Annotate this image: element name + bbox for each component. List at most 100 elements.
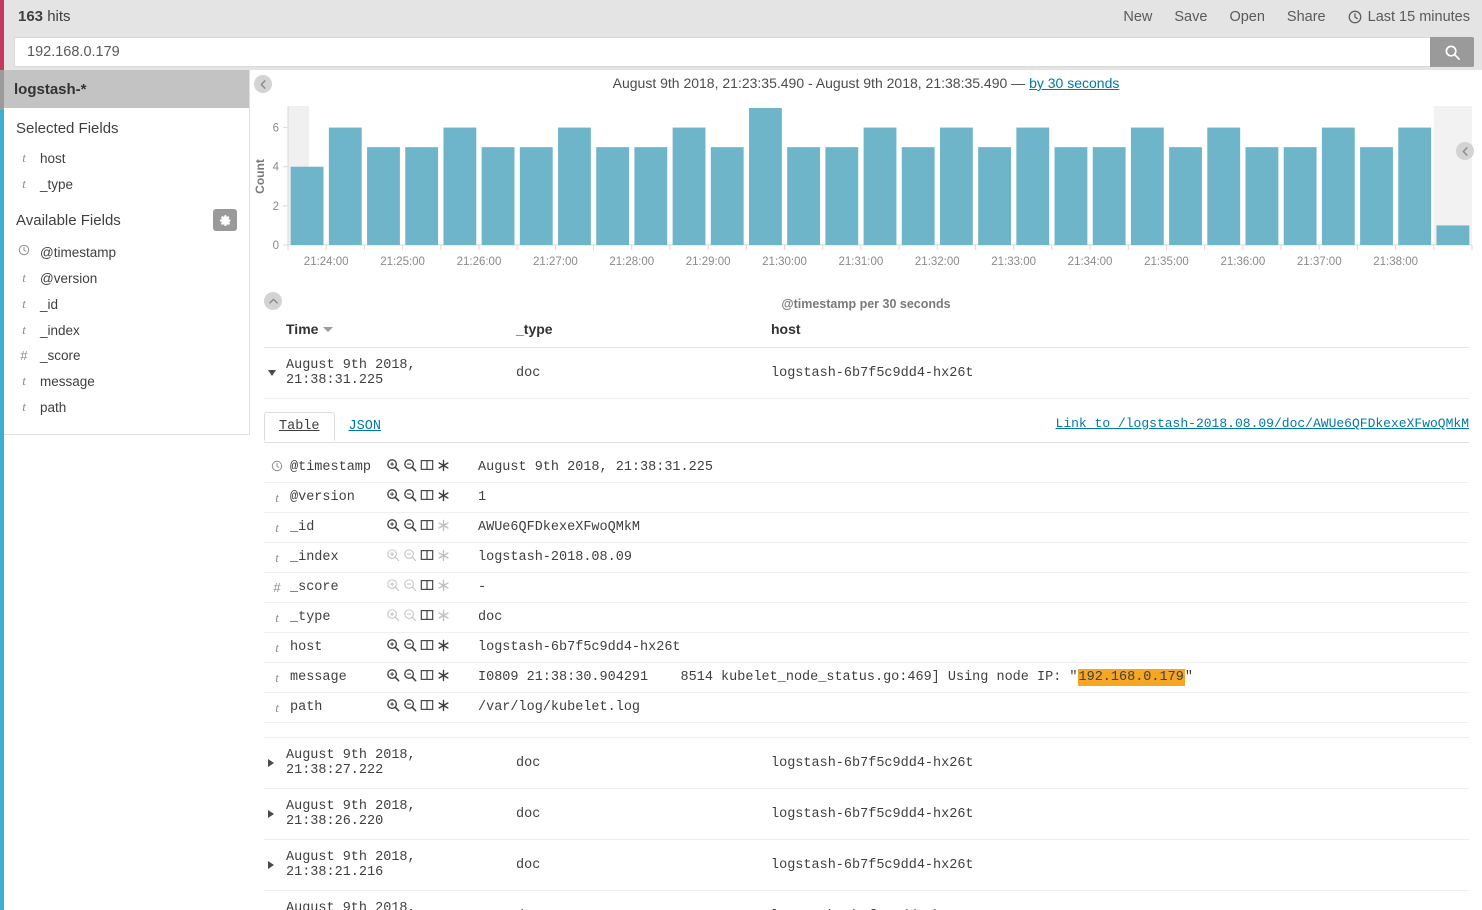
filter-for-value-icon[interactable] — [386, 458, 400, 477]
table-row[interactable]: August 9th 2018, 21:38:26.220 doc logsta… — [264, 789, 1469, 840]
histogram-bar[interactable] — [1092, 147, 1126, 245]
histogram-bar[interactable] — [1169, 147, 1202, 245]
collapse-chart-right-button[interactable] — [1456, 142, 1474, 160]
sidebar-field-_index[interactable]: t _index — [4, 317, 249, 343]
toggle-column-icon[interactable] — [420, 608, 434, 627]
filter-for-value-icon[interactable] — [386, 488, 400, 507]
histogram-bar[interactable] — [1398, 127, 1432, 245]
sidebar-field-version[interactable]: t @version — [4, 265, 249, 291]
field-settings-button[interactable] — [213, 209, 237, 231]
filter-out-value-icon[interactable] — [403, 488, 417, 507]
filter-for-field-present-icon[interactable] — [437, 639, 450, 657]
toggle-column-icon[interactable] — [420, 488, 434, 507]
histogram-bar[interactable] — [825, 147, 859, 245]
histogram-bar[interactable] — [787, 147, 821, 245]
filter-for-value-icon[interactable] — [386, 638, 400, 657]
histogram-bar[interactable] — [290, 166, 324, 245]
histogram-bar[interactable] — [1054, 147, 1088, 245]
column-header-time[interactable]: Time — [286, 321, 516, 337]
toggle-column-icon[interactable] — [420, 518, 434, 537]
collapse-doc-button[interactable] — [264, 370, 286, 376]
toggle-column-icon[interactable] — [420, 458, 434, 477]
histogram-bar[interactable] — [901, 147, 935, 245]
histogram-bar[interactable] — [1207, 127, 1241, 245]
field-value: logstash-6b7f5c9dd4-hx26t — [478, 640, 681, 655]
toggle-column-icon[interactable] — [420, 578, 434, 597]
histogram-bar[interactable] — [519, 147, 553, 245]
filter-for-value-icon[interactable] — [386, 668, 400, 687]
filter-for-field-present-icon[interactable] — [437, 699, 450, 717]
histogram-bar[interactable] — [1130, 127, 1164, 245]
search-submit-button[interactable] — [1430, 37, 1474, 67]
expand-doc-button[interactable] — [264, 759, 286, 767]
histogram-bar[interactable] — [1245, 147, 1279, 245]
toggle-column-icon[interactable] — [420, 698, 434, 717]
histogram-bar[interactable] — [634, 147, 668, 245]
nav-share-button[interactable]: Share — [1287, 9, 1326, 25]
histogram-bar[interactable] — [710, 147, 744, 245]
table-row[interactable]: August 9th 2018, 21:38:27.222 doc logsta… — [264, 738, 1469, 789]
expand-doc-button[interactable] — [264, 861, 286, 869]
filter-out-value-icon[interactable] — [403, 458, 417, 477]
column-header-type[interactable]: _type — [516, 321, 771, 337]
table-row[interactable]: August 9th 2018, 21:38:21.216 doc logsta… — [264, 891, 1469, 910]
filter-for-field-present-icon[interactable] — [437, 669, 450, 687]
sidebar-field-_type[interactable]: t _type — [4, 171, 249, 197]
histogram-bar[interactable] — [558, 127, 591, 245]
filter-out-value-icon[interactable] — [403, 668, 417, 687]
filter-out-value-icon[interactable] — [403, 518, 417, 537]
histogram-bar[interactable] — [672, 127, 706, 245]
sidebar-field-_score[interactable]: # _score — [4, 343, 249, 368]
histogram-bar[interactable] — [939, 127, 973, 245]
table-row[interactable]: August 9th 2018, 21:38:31.225 doc logsta… — [264, 348, 1469, 399]
filter-out-value-icon[interactable] — [403, 698, 417, 717]
histogram-bar[interactable] — [596, 147, 630, 245]
histogram-bar[interactable] — [1360, 147, 1393, 245]
histogram-bar[interactable] — [328, 127, 362, 245]
tab-table[interactable]: Table — [264, 412, 335, 441]
filter-for-value-icon[interactable] — [386, 698, 400, 717]
document-permalink[interactable]: Link to /logstash-2018.08.09/doc/AWUe6QF… — [1056, 416, 1469, 431]
histogram-bar[interactable] — [443, 127, 477, 245]
table-row[interactable]: August 9th 2018, 21:38:21.216 doc logsta… — [264, 840, 1469, 891]
expand-doc-button[interactable] — [264, 810, 286, 818]
nav-open-button[interactable]: Open — [1229, 9, 1264, 25]
search-input[interactable] — [14, 37, 1430, 67]
filter-for-field-present-icon[interactable] — [437, 489, 450, 507]
document-field-row: t _type doc — [264, 603, 1469, 633]
nav-new-button[interactable]: New — [1123, 9, 1152, 25]
sidebar-field-_id[interactable]: t _id — [4, 291, 249, 317]
histogram-bar[interactable] — [367, 147, 400, 245]
field-name: _index — [290, 550, 339, 565]
histogram-bar[interactable] — [1321, 127, 1355, 245]
toggle-column-icon[interactable] — [420, 638, 434, 657]
sidebar-field-timestamp[interactable]: @timestamp — [4, 239, 249, 265]
collapse-chart-button[interactable] — [264, 292, 282, 310]
filter-for-value-icon[interactable] — [386, 518, 400, 537]
histogram-bar[interactable] — [1016, 127, 1050, 245]
histogram-bar[interactable] — [1436, 225, 1470, 245]
histogram-bar[interactable] — [481, 147, 515, 245]
x-axis-tick-label: 21:27:00 — [533, 256, 578, 268]
sidebar-field-path[interactable]: t path — [4, 394, 249, 420]
histogram-svg[interactable]: 0 2 4 6 21:24:00 21:25:00 21:26:00 21:27:00 21:2… — [250, 100, 1482, 295]
filter-for-field-present-icon[interactable] — [437, 459, 450, 477]
time-picker-button[interactable]: Last 15 minutes — [1348, 9, 1470, 25]
histogram-bar[interactable] — [405, 147, 439, 245]
interval-link[interactable]: by 30 seconds — [1029, 75, 1119, 91]
column-header-time-label: Time — [286, 321, 319, 337]
sidebar-field-message[interactable]: t message — [4, 368, 249, 394]
histogram-bar[interactable] — [978, 147, 1012, 245]
tab-json[interactable]: JSON — [335, 413, 395, 440]
nav-save-button[interactable]: Save — [1174, 9, 1207, 25]
svg-text:2: 2 — [273, 201, 279, 213]
histogram-bar[interactable] — [748, 108, 782, 245]
histogram-bar[interactable] — [1283, 147, 1317, 245]
sidebar-field-host[interactable]: t host — [4, 145, 249, 171]
column-header-host[interactable]: host — [771, 321, 1469, 337]
toggle-column-icon[interactable] — [420, 548, 434, 567]
filter-out-value-icon[interactable] — [403, 638, 417, 657]
histogram-bar[interactable] — [863, 127, 897, 245]
toggle-column-icon[interactable] — [420, 668, 434, 687]
index-pattern-selector[interactable]: logstash-* — [4, 70, 249, 108]
